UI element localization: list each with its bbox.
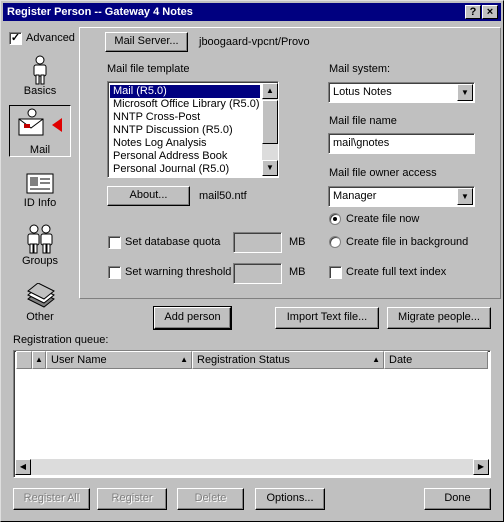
- stack-icon: [27, 283, 55, 308]
- column-label: Registration Status: [197, 354, 290, 366]
- window-title: Register Person -- Gateway 4 Notes: [7, 6, 193, 18]
- horizontal-scrollbar[interactable]: ◀ ▶: [15, 459, 489, 475]
- list-item[interactable]: NNTP Cross-Post: [110, 111, 260, 124]
- done-button[interactable]: Done: [424, 488, 491, 510]
- help-button[interactable]: ?: [465, 5, 481, 19]
- warning-threshold-label: Set warning threshold: [125, 266, 232, 278]
- scrollbar-thumb[interactable]: [262, 100, 278, 144]
- create-file-now-label: Create file now: [346, 213, 420, 225]
- list-item[interactable]: Notes Log Analysis: [110, 137, 260, 150]
- owner-access-label: Mail file owner access: [329, 167, 437, 179]
- sidebar-item-label: Mail: [29, 144, 51, 156]
- create-file-background-label: Create file in background: [346, 236, 469, 248]
- mail-system-label: Mail system:: [329, 63, 391, 75]
- create-file-background-radio[interactable]: [329, 236, 341, 248]
- list-item[interactable]: Microsoft Office Library (R5.0): [110, 98, 260, 111]
- add-person-button[interactable]: Add person: [153, 306, 232, 330]
- full-text-index-checkbox[interactable]: [329, 266, 342, 279]
- register-button[interactable]: Register: [97, 488, 167, 510]
- column-header-registration-status[interactable]: Registration Status ▲: [192, 351, 384, 369]
- register-all-button[interactable]: Register All: [13, 488, 90, 510]
- column-header-status-icon[interactable]: [16, 351, 32, 369]
- list-item[interactable]: Mail (R5.0): [110, 85, 260, 98]
- sidebar-item-label: Other: [26, 311, 54, 323]
- mail-server-value: jboogaard-vpcnt/Provo: [199, 36, 310, 48]
- warning-threshold-checkbox[interactable]: [108, 266, 121, 279]
- scroll-down-icon[interactable]: ▼: [262, 160, 278, 176]
- sidebar-item-other[interactable]: Other: [11, 283, 69, 323]
- mail-template-list[interactable]: Mail (R5.0) Microsoft Office Library (R5…: [107, 81, 279, 178]
- list-item[interactable]: Personal Journal (R5.0): [110, 163, 260, 176]
- radio-dot: [333, 217, 337, 221]
- about-button[interactable]: About...: [107, 186, 190, 206]
- registration-queue-table[interactable]: ▲ User Name ▲ Registration Status ▲ Date…: [13, 350, 491, 478]
- sidebar-item-basics[interactable]: Basics: [11, 55, 69, 97]
- register-person-window: Register Person -- Gateway 4 Notes ? × ✓…: [0, 0, 504, 522]
- scroll-up-icon[interactable]: ▲: [262, 83, 278, 99]
- full-text-index-label: Create full text index: [346, 266, 447, 278]
- scroll-right-icon[interactable]: ▶: [473, 459, 489, 475]
- template-file-name: mail50.ntf: [199, 190, 247, 202]
- close-button[interactable]: ×: [482, 5, 498, 19]
- scroll-left-icon[interactable]: ◀: [15, 459, 31, 475]
- sidebar-item-mail[interactable]: Mail: [9, 105, 71, 157]
- list-item[interactable]: NNTP Discussion (R5.0): [110, 124, 260, 137]
- sidebar-item-groups[interactable]: Groups: [11, 223, 69, 267]
- sidebar-item-label: Basics: [23, 85, 57, 97]
- chevron-down-icon[interactable]: ▼: [457, 188, 473, 205]
- sidebar-item-label: ID Info: [23, 197, 57, 209]
- options-button[interactable]: Options...: [255, 488, 325, 510]
- mail-envelope-icon: [18, 108, 62, 136]
- advanced-checkbox[interactable]: ✓: [9, 32, 22, 45]
- registration-queue-label: Registration queue:: [13, 334, 109, 346]
- mail-file-name-value: mail\gnotes: [333, 137, 390, 149]
- column-header-date[interactable]: Date: [384, 351, 488, 369]
- sidebar-item-id-info[interactable]: ID Info: [11, 171, 69, 209]
- mail-file-name-input[interactable]: mail\gnotes: [328, 133, 475, 154]
- import-text-file-button[interactable]: Import Text file...: [275, 307, 379, 329]
- sidebar-item-label: Groups: [21, 255, 59, 267]
- delete-button[interactable]: Delete: [177, 488, 244, 510]
- group-people-icon: [27, 224, 53, 254]
- database-quota-input: [233, 232, 282, 253]
- mail-template-label: Mail file template: [107, 63, 190, 75]
- warning-threshold-input: [233, 263, 282, 284]
- owner-access-select[interactable]: Manager ▼: [328, 186, 475, 207]
- title-bar: Register Person -- Gateway 4 Notes ? ×: [3, 3, 501, 21]
- migrate-people-button[interactable]: Migrate people...: [387, 307, 491, 329]
- template-list-scrollbar[interactable]: ▲ ▼: [262, 83, 278, 176]
- list-item[interactable]: Personal Address Book: [110, 150, 260, 163]
- advanced-label: Advanced: [26, 32, 75, 44]
- chevron-down-icon[interactable]: ▼: [457, 84, 473, 101]
- column-label: User Name: [51, 354, 107, 366]
- database-quota-label: Set database quota: [125, 236, 221, 248]
- mail-system-value: Lotus Notes: [333, 86, 392, 98]
- sort-icon: ▲: [180, 355, 188, 364]
- warning-threshold-unit: MB: [289, 266, 306, 278]
- database-quota-checkbox[interactable]: [108, 236, 121, 249]
- sort-icon[interactable]: ▲: [32, 351, 46, 369]
- id-card-icon: [26, 173, 54, 194]
- create-file-now-radio[interactable]: [329, 213, 341, 225]
- owner-access-value: Manager: [333, 190, 377, 202]
- column-header-user-name[interactable]: User Name ▲: [46, 351, 192, 369]
- column-label: Date: [389, 354, 413, 366]
- mail-file-name-label: Mail file name: [329, 115, 397, 127]
- sort-icon: ▲: [372, 355, 380, 364]
- mail-system-select[interactable]: Lotus Notes ▼: [328, 82, 475, 103]
- database-quota-unit: MB: [289, 236, 306, 248]
- person-icon: [33, 55, 47, 85]
- mail-server-button[interactable]: Mail Server...: [105, 32, 188, 52]
